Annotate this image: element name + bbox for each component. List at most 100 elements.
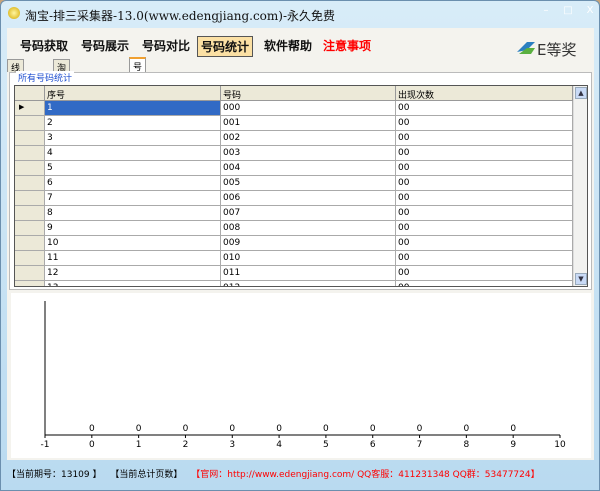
row-header[interactable]: ▶	[15, 101, 45, 116]
x-tick-label: 3	[229, 440, 235, 450]
cell-index[interactable]: 5	[45, 161, 221, 176]
column-header-number[interactable]: 号码	[221, 86, 396, 101]
table-row[interactable]: 2 001 00	[15, 116, 573, 131]
bar-value-label: 0	[417, 424, 423, 434]
row-header[interactable]	[15, 146, 45, 161]
cell-count[interactable]: 00	[396, 251, 573, 266]
cell-number[interactable]: 004	[221, 161, 396, 176]
row-header[interactable]	[15, 191, 45, 206]
x-tick-label: 1	[136, 440, 142, 450]
table-row[interactable]: 6 005 00	[15, 176, 573, 191]
cell-number[interactable]: 005	[221, 176, 396, 191]
cell-index[interactable]: 3	[45, 131, 221, 146]
close-button[interactable]: X	[579, 3, 600, 19]
table-row[interactable]: 9 008 00	[15, 221, 573, 236]
column-header-index[interactable]: 序号	[45, 86, 221, 101]
cell-index[interactable]: 8	[45, 206, 221, 221]
maximize-button[interactable]: □	[557, 3, 579, 19]
table-row[interactable]: 3 002 00	[15, 131, 573, 146]
cell-index[interactable]: 9	[45, 221, 221, 236]
table-row[interactable]: 5 004 00	[15, 161, 573, 176]
stats-groupbox: 所有号码统计 序号 号码 出现次数 ▶ 1 000 00 2 001 00 3 002 00 4 00…	[9, 71, 592, 290]
cell-count[interactable]: 00	[396, 191, 573, 206]
minimize-button[interactable]: –	[535, 3, 557, 19]
cell-index[interactable]: 4	[45, 146, 221, 161]
stats-chart: -1 0 1 2 3 4 5 6 7 8 9 10 0 0 0 0 0 0 0 0 0 0	[11, 293, 591, 458]
cell-number[interactable]: 011	[221, 266, 396, 281]
app-window: 淘宝-排三采集器-13.0(www.edengjiang.com)-永久免费 –…	[0, 0, 600, 491]
row-header[interactable]	[15, 176, 45, 191]
row-header[interactable]	[15, 131, 45, 146]
cell-count[interactable]: 00	[396, 131, 573, 146]
cell-index[interactable]: 10	[45, 236, 221, 251]
bar-value-label: 0	[510, 424, 516, 434]
menu-help[interactable]: 软件帮助	[261, 36, 315, 55]
cell-number[interactable]: 010	[221, 251, 396, 266]
menu-display[interactable]: 号码展示	[78, 36, 132, 55]
row-header[interactable]	[15, 251, 45, 266]
cell-number[interactable]: 008	[221, 221, 396, 236]
vertical-scrollbar[interactable]: ▲ ▼	[573, 86, 587, 286]
cell-count[interactable]: 00	[396, 146, 573, 161]
menu-fetch[interactable]: 号码获取	[17, 36, 71, 55]
cell-index[interactable]: 13	[45, 281, 221, 286]
cell-index[interactable]: 2	[45, 116, 221, 131]
cell-number[interactable]: 002	[221, 131, 396, 146]
cell-count[interactable]: 00	[396, 176, 573, 191]
cell-number[interactable]: 012	[221, 281, 396, 286]
cell-count[interactable]: 00	[396, 266, 573, 281]
bar-value-label: 0	[89, 424, 95, 434]
chart-svg: -1 0 1 2 3 4 5 6 7 8 9 10 0 0 0 0 0 0 0 0 0 0	[41, 301, 566, 450]
table-row[interactable]: 8 007 00	[15, 206, 573, 221]
cell-count[interactable]: 00	[396, 161, 573, 176]
logo: E等奖	[515, 36, 585, 62]
scroll-down-button[interactable]: ▼	[575, 273, 587, 285]
cell-index[interactable]: 1	[45, 101, 221, 116]
row-header[interactable]	[15, 266, 45, 281]
logo-arrow-icon	[517, 42, 535, 54]
cell-number[interactable]: 006	[221, 191, 396, 206]
cell-number[interactable]: 000	[221, 101, 396, 116]
cell-count[interactable]: 00	[396, 206, 573, 221]
cell-count[interactable]: 00	[396, 101, 573, 116]
table-row[interactable]: ▶ 1 000 00	[15, 101, 573, 116]
cell-index[interactable]: 11	[45, 251, 221, 266]
menu-statistics[interactable]: 号码统计	[197, 36, 254, 57]
table-header: 序号 号码 出现次数	[15, 86, 573, 101]
scroll-up-button[interactable]: ▲	[575, 87, 587, 99]
cell-count[interactable]: 00	[396, 221, 573, 236]
bar-value-label: 0	[370, 424, 376, 434]
row-header-corner	[15, 86, 45, 101]
cell-index[interactable]: 7	[45, 191, 221, 206]
cell-index[interactable]: 12	[45, 266, 221, 281]
x-tick-label: 10	[554, 440, 566, 450]
row-header[interactable]	[15, 281, 45, 286]
cell-index[interactable]: 6	[45, 176, 221, 191]
menu-compare[interactable]: 号码对比	[139, 36, 193, 55]
cell-number[interactable]: 009	[221, 236, 396, 251]
table-row[interactable]: 10 009 00	[15, 236, 573, 251]
row-header[interactable]	[15, 206, 45, 221]
group-label: 所有号码统计	[16, 71, 75, 84]
table-row[interactable]: 11 010 00	[15, 251, 573, 266]
cell-count[interactable]: 00	[396, 116, 573, 131]
cell-number[interactable]: 001	[221, 116, 396, 131]
row-header[interactable]	[15, 221, 45, 236]
table-row[interactable]: 4 003 00	[15, 146, 573, 161]
table-row[interactable]: 1301200	[15, 281, 573, 286]
tab-number-stats[interactable]: 号码统计	[129, 57, 147, 112]
table-row[interactable]: 7 006 00	[15, 191, 573, 206]
column-header-count[interactable]: 出现次数	[396, 86, 573, 101]
row-header[interactable]	[15, 161, 45, 176]
cell-count[interactable]: 00	[396, 281, 573, 286]
row-header[interactable]	[15, 116, 45, 131]
cell-number[interactable]: 007	[221, 206, 396, 221]
table-row[interactable]: 12 011 00	[15, 266, 573, 281]
row-header[interactable]	[15, 236, 45, 251]
status-pages: 【当前总计页数】	[110, 470, 183, 480]
cell-number[interactable]: 003	[221, 146, 396, 161]
cell-count[interactable]: 00	[396, 236, 573, 251]
menu-notes[interactable]: 注意事项	[320, 36, 374, 55]
status-site[interactable]: 【官网：http://www.edengjiang.com/ QQ客服：4112…	[191, 470, 539, 480]
status-period: 【当前期号：13109 】	[7, 470, 102, 480]
